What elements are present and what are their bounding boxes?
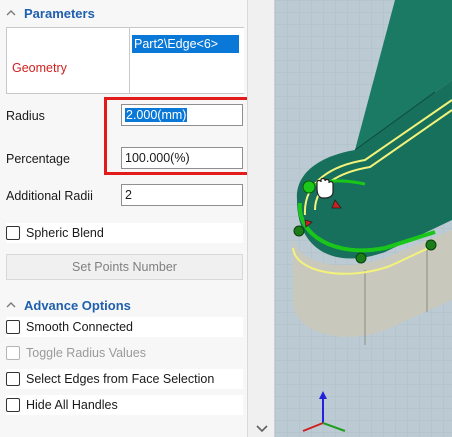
panel-scrollbar[interactable] [248,0,275,437]
edge-point-handle-icon[interactable] [293,225,305,237]
additional-radii-label: Additional Radii [6,189,93,203]
toggle-radius-values-option: Toggle Radius Values [6,343,243,363]
advance-options-header[interactable]: Advance Options [6,296,131,314]
3d-viewport[interactable] [275,0,452,437]
highlight-annotation-box [104,97,247,175]
edge-point-handle-icon[interactable] [425,239,437,251]
geometry-selected-item[interactable]: Part2\Edge<6> [132,35,239,53]
percentage-label: Percentage [6,152,70,166]
select-edges-from-face-checkbox[interactable] [6,372,20,386]
geometry-label: Geometry [12,61,67,75]
smooth-connected-option[interactable]: Smooth Connected [6,317,243,337]
toggle-radius-values-checkbox [6,346,20,360]
hand-cursor-icon [316,177,334,199]
additional-radii-input[interactable]: 2 [121,184,243,206]
radius-handle-icon[interactable] [302,180,316,194]
set-points-number-button[interactable]: Set Points Number [6,254,243,280]
property-panel: Parameters Geometry Part2\Edge<6> Radius… [0,0,248,437]
select-edges-from-face-option[interactable]: Select Edges from Face Selection [6,369,243,389]
spheric-blend-option[interactable]: Spheric Blend [6,223,243,243]
geometry-group: Geometry Part2\Edge<6> [6,27,244,94]
geometry-selection-list[interactable]: Part2\Edge<6> [129,28,244,93]
hide-all-handles-checkbox[interactable] [6,398,20,412]
smooth-connected-checkbox[interactable] [6,320,20,334]
additional-radii-value: 2 [125,188,132,202]
hide-all-handles-label: Hide All Handles [26,398,118,412]
spheric-blend-checkbox[interactable] [6,226,20,240]
spheric-blend-label: Spheric Blend [26,226,104,240]
parameters-header[interactable]: Parameters [6,4,95,22]
collapse-chevron-icon [6,300,16,310]
toggle-radius-values-label: Toggle Radius Values [26,346,146,360]
edge-point-handle-icon[interactable] [355,252,367,264]
smooth-connected-label: Smooth Connected [26,320,134,334]
scroll-down-arrow-icon[interactable] [255,423,269,433]
select-edges-from-face-label: Select Edges from Face Selection [26,372,215,386]
advance-options-title: Advance Options [24,297,131,313]
hide-all-handles-option[interactable]: Hide All Handles [6,395,243,415]
radius-label: Radius [6,109,45,123]
collapse-chevron-icon [6,8,16,18]
parameters-title: Parameters [24,5,95,21]
